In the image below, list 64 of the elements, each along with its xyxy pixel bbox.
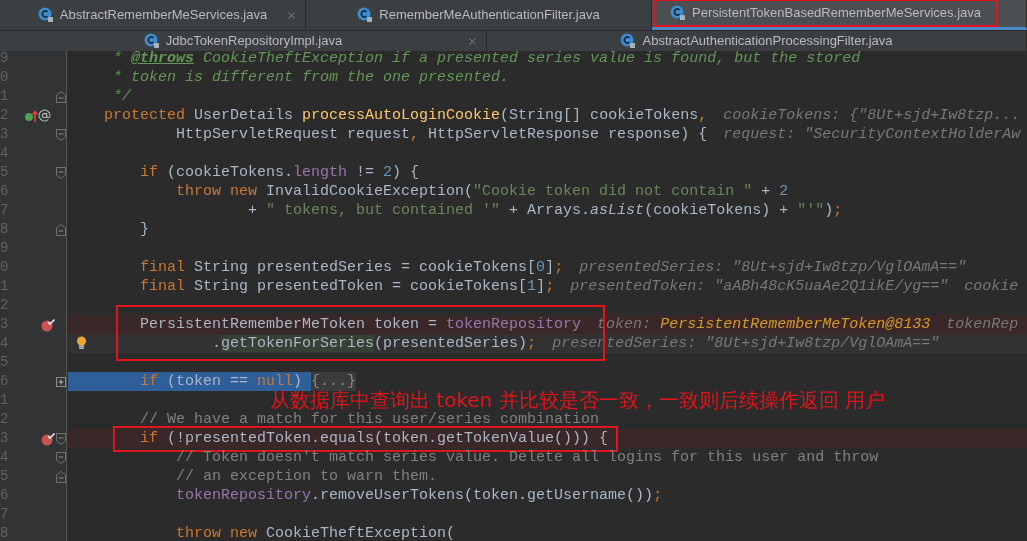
debug-value: "aABh48cK5uaAe2Q1ikE/yg==" xyxy=(714,277,949,296)
code-line: throw new InvalidCookieException("Cookie token did not contain " + 2 xyxy=(176,182,789,201)
code-line: // We have a match for this user/series combination xyxy=(140,410,600,429)
code-line: .getTokenForSeries(presentedSeries); xyxy=(212,334,537,353)
debug-value: "SecurityContextHolderAw xyxy=(804,125,1021,144)
override-marker[interactable] xyxy=(24,108,51,123)
code-line: final String presentedToken = cookieTokens[1]; xyxy=(140,277,555,296)
code-line: // Token doesn't match series value. Delete all logins for this user and throw xyxy=(176,448,879,467)
code-line: + " tokens, but contained '" + Arrays.asList(cookieTokens) + "'"); xyxy=(248,201,843,220)
fold-icon[interactable] xyxy=(56,166,66,179)
debug-value: "8Ut+sjd+Iw8tzp/VglOAmA==" xyxy=(705,334,940,353)
close-icon[interactable] xyxy=(286,9,297,21)
breakpoint-icon[interactable] xyxy=(40,317,56,332)
annotation-text: 从数据库中查询出 token 并比较是否一致，一致则后续操作返回 用户 xyxy=(270,388,885,412)
debug-variable: tokenRep xyxy=(946,315,1019,334)
code-line: if (!presentedToken.equals(token.getTokenValue())) { xyxy=(140,429,609,448)
editor-tab[interactable]: JdbcTokenRepositoryImpl.java xyxy=(0,31,487,51)
code-line: if (cookieTokens.length != 2) { xyxy=(140,163,420,182)
fold-icon[interactable] xyxy=(56,90,66,103)
code-line: if (token == null) xyxy=(140,372,304,390)
code-line: tokenRepository.removeUserTokens(token.getUsername()); xyxy=(176,486,663,505)
code-line: final String presentedSeries = cookieTokens[0]; xyxy=(140,258,564,277)
fold-icon[interactable] xyxy=(56,223,66,236)
fold-icon[interactable] xyxy=(56,128,66,141)
debug-variable: cookieTokens: xyxy=(723,106,841,125)
code-line: } xyxy=(140,220,150,239)
tab-label: AbstractRememberMeServices.java xyxy=(59,6,268,25)
class-icon xyxy=(143,33,160,49)
breakpoint-icon[interactable] xyxy=(40,431,56,446)
editor-tab[interactable]: RememberMeAuthenticationFilter.java xyxy=(306,0,652,30)
tab-label: RememberMeAuthenticationFilter.java xyxy=(379,6,600,25)
code-line: PersistentRememberMeToken token = tokenRepository xyxy=(140,315,582,334)
code-line: protected UserDetails processAutoLoginCookie(String[] cookieTokens, xyxy=(104,106,708,125)
code-line: // an exception to warn them. xyxy=(176,467,438,486)
class-icon xyxy=(37,7,54,23)
editor-tab[interactable]: PersistentTokenBasedRememberMeServices.java xyxy=(652,0,1027,30)
debug-value: {"8Ut+sjd+Iw8tzp... xyxy=(849,106,1021,125)
class-icon xyxy=(620,33,637,49)
lightbulb-icon[interactable] xyxy=(76,336,87,350)
class-icon xyxy=(357,7,374,23)
close-icon[interactable] xyxy=(467,35,478,47)
fold-icon[interactable] xyxy=(56,470,66,483)
debug-variable: cookie xyxy=(964,277,1019,296)
debug-variable: presentedSeries: xyxy=(579,258,724,277)
code-line: throw new CookieTheftException( xyxy=(176,524,456,541)
code-line: HttpServletRequest request, HttpServletResponse response) { xyxy=(176,125,708,144)
debug-value: PersistentRememberMeToken@8133 xyxy=(660,315,931,334)
editor-tab[interactable]: AbstractAuthenticationProcessingFilter.java xyxy=(487,31,1027,51)
debug-variable: request: xyxy=(723,125,796,144)
class-icon xyxy=(670,5,686,21)
tab-label: PersistentTokenBasedRememberMeServices.java xyxy=(692,4,981,23)
tab-label: AbstractAuthenticationProcessingFilter.java xyxy=(642,32,893,51)
expand-icon[interactable] xyxy=(56,376,66,387)
debug-variable: presentedToken: xyxy=(570,277,706,296)
fold-icon[interactable] xyxy=(56,451,66,464)
folded-code[interactable]: {...} xyxy=(311,372,357,391)
debug-value: "8Ut+sjd+Iw8tzp/VglOAmA==" xyxy=(732,258,967,277)
override-icon[interactable] xyxy=(24,108,38,123)
tab-label: JdbcTokenRepositoryImpl.java xyxy=(165,32,343,51)
editor-tab[interactable]: AbstractRememberMeServices.java xyxy=(0,0,306,30)
code-line: * token is different from the one presented. xyxy=(113,68,510,87)
annotation-icon[interactable] xyxy=(38,109,51,122)
code-line: * @throws CookieTheftException if a presented series value is found, but the stored xyxy=(113,49,861,68)
code-line: */ xyxy=(113,87,132,106)
